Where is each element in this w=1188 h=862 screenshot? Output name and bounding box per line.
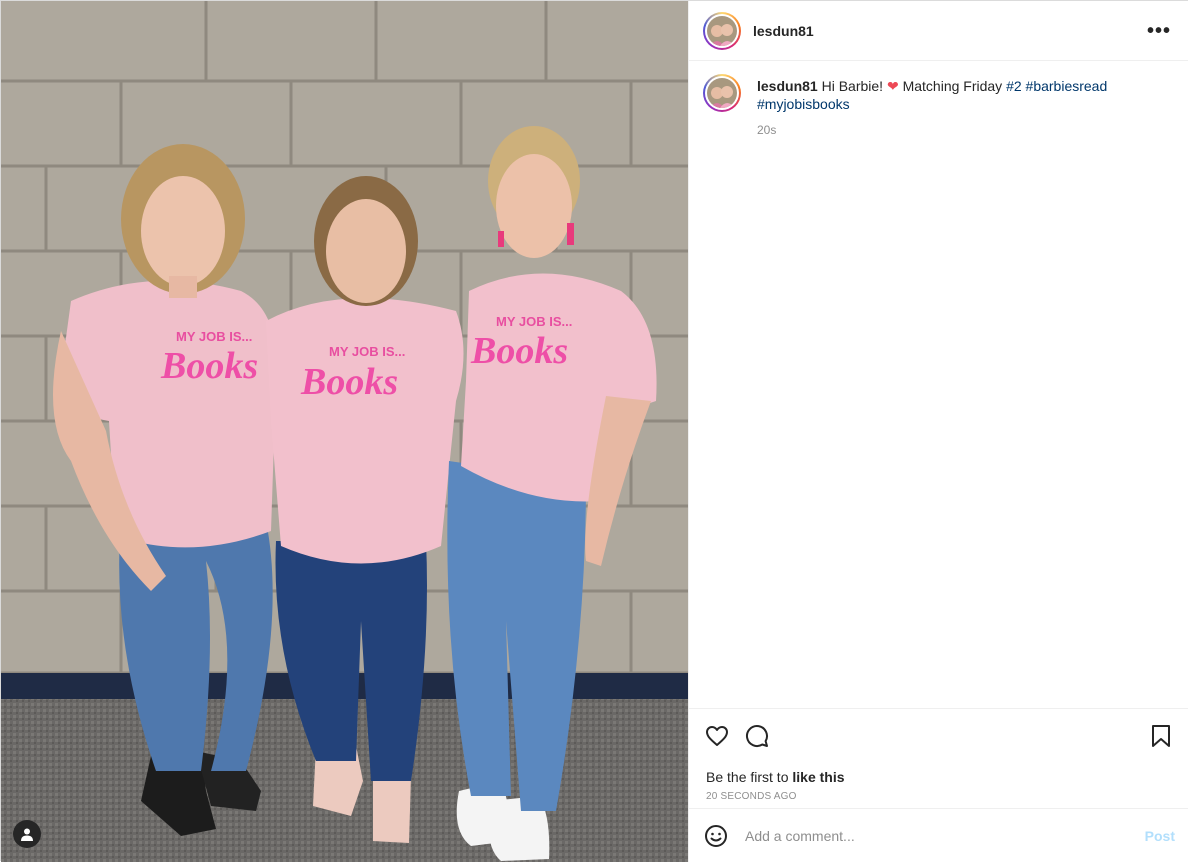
shirt-text-large-2: Books	[300, 361, 398, 403]
caption-text-start: Hi Barbie!	[821, 78, 884, 94]
likes-prefix: Be the first to	[706, 769, 789, 785]
post-photo[interactable]: MY JOB IS... Books MY JOB IS... Books MY…	[1, 1, 688, 862]
comment-input[interactable]	[743, 826, 1135, 845]
shirt-text-large: Books	[160, 345, 258, 387]
like-button[interactable]	[703, 722, 731, 750]
hashtag-link[interactable]: #myjobisbooks	[757, 96, 850, 112]
post-date[interactable]: 20 SECONDS AGO	[706, 791, 1175, 802]
header-username[interactable]: lesdun81	[753, 23, 814, 39]
bookmark-icon	[1152, 725, 1170, 747]
more-options-icon[interactable]: •••	[1143, 17, 1175, 45]
comment-timestamp[interactable]: 20s	[757, 121, 1137, 139]
caption-text-mid: Matching Friday	[902, 78, 1003, 94]
caption-avatar[interactable]	[703, 74, 741, 112]
post-side-panel: lesdun81 ••• lesdun81 Hi Barbie! ❤ Match…	[688, 1, 1188, 862]
hashtag-link[interactable]: #2	[1006, 78, 1022, 94]
heart-outline-icon	[706, 726, 728, 746]
avatar[interactable]	[703, 11, 741, 50]
shirt-text-small: MY JOB IS...	[176, 329, 252, 344]
post-header: lesdun81 •••	[689, 1, 1188, 61]
post-actions: Be the first to like this 20 SECONDS AGO	[689, 708, 1188, 802]
hashtag-link[interactable]: #barbiesread	[1026, 78, 1108, 94]
caption-avatar-image	[707, 78, 737, 108]
shirt-text-small-2: MY JOB IS...	[329, 344, 405, 359]
caption-username[interactable]: lesdun81	[757, 78, 818, 94]
like-this-link[interactable]: like this	[792, 769, 844, 785]
shirt-text-large-3: Books	[470, 330, 568, 372]
comment-bubble-icon	[746, 725, 768, 748]
avatar-image	[707, 15, 737, 46]
user-tag-button[interactable]	[13, 820, 41, 848]
emoji-button[interactable]	[703, 823, 729, 849]
comment-button[interactable]	[743, 722, 771, 750]
emoji-smile-icon	[705, 824, 727, 847]
post-comment-button[interactable]: Post	[1145, 828, 1175, 844]
user-tag-icon	[21, 828, 33, 841]
add-comment-bar: Post	[689, 808, 1188, 862]
caption-text: lesdun81 Hi Barbie! ❤ Matching Friday #2…	[757, 74, 1137, 139]
photo-illustration: MY JOB IS... Books MY JOB IS... Books MY…	[1, 1, 688, 862]
caption: lesdun81 Hi Barbie! ❤ Matching Friday #2…	[703, 74, 1175, 139]
shirt-text-small-3: MY JOB IS...	[496, 314, 572, 329]
heart-emoji: ❤	[886, 78, 899, 94]
post-modal: MY JOB IS... Books MY JOB IS... Books MY…	[0, 0, 1188, 862]
likes-summary: Be the first to like this	[706, 769, 1175, 785]
save-button[interactable]	[1147, 722, 1175, 750]
comments-area: lesdun81 Hi Barbie! ❤ Matching Friday #2…	[689, 62, 1188, 707]
